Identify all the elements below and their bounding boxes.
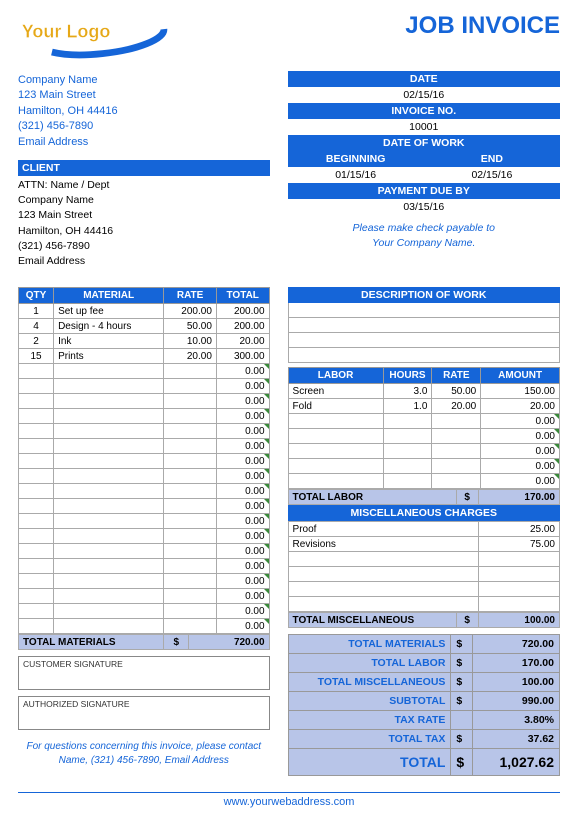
contact-note: For questions concerning this invoice, p… [18, 740, 270, 768]
summary-row: SUBTOTAL$990.00 [288, 692, 559, 711]
table-row: 0.00 [19, 409, 270, 424]
logo: Your Logo [18, 12, 168, 67]
table-row: 0.00 [19, 589, 270, 604]
grand-total-row: TOTAL $ 1,027.62 [288, 749, 559, 776]
table-row: 4Design - 4 hours50.00200.00 [19, 319, 270, 334]
company-info: Company Name 123 Main Street Hamilton, O… [18, 73, 270, 150]
materials-total-row: TOTAL MATERIALS $ 720.00 [19, 635, 270, 650]
labor-total-row: TOTAL LABOR $ 170.00 [288, 490, 559, 505]
summary-row: TOTAL MATERIALS$720.00 [288, 635, 559, 654]
table-row: 0.00 [288, 444, 559, 459]
misc-header: MISCELLANEOUS CHARGES [288, 505, 560, 521]
materials-table: QTY MATERIAL RATE TOTAL 1Set up fee200.0… [18, 287, 270, 634]
due-value: 03/15/16 [288, 199, 560, 215]
table-row: 0.00 [288, 474, 559, 489]
misc-total-row: TOTAL MISCELLANEOUS $ 100.00 [288, 613, 559, 628]
table-row: 0.00 [19, 439, 270, 454]
client-header: CLIENT [18, 160, 270, 176]
invno-value: 10001 [288, 119, 560, 135]
end-value: 02/15/16 [424, 167, 560, 183]
table-row: 0.00 [19, 379, 270, 394]
table-row: Fold1.020.0020.00 [288, 399, 559, 414]
beg-label: BEGINNING [288, 151, 424, 167]
table-row: 0.00 [19, 619, 270, 634]
svg-text:Your Logo: Your Logo [22, 21, 111, 41]
invno-label: INVOICE NO. [288, 103, 560, 119]
table-row: 0.00 [19, 499, 270, 514]
web-address[interactable]: www.yourwebaddress.com [18, 792, 560, 808]
table-row: 0.00 [19, 484, 270, 499]
table-row: 1Set up fee200.00200.00 [19, 304, 270, 319]
table-row: Revisions75.00 [288, 537, 559, 552]
table-row: 0.00 [19, 574, 270, 589]
table-row: 0.00 [19, 544, 270, 559]
date-label: DATE [288, 71, 560, 87]
authorized-signature[interactable]: AUTHORIZED SIGNATURE [18, 696, 270, 730]
desc-header: DESCRIPTION OF WORK [288, 287, 560, 303]
table-row: 0.00 [19, 529, 270, 544]
client-info: ATTN: Name / Dept Company Name 123 Main … [18, 176, 270, 271]
table-row: 0.00 [19, 469, 270, 484]
end-label: END [424, 151, 560, 167]
table-row [288, 597, 559, 612]
table-row: 0.00 [288, 429, 559, 444]
summary-row: TAX RATE3.80% [288, 711, 559, 730]
table-row [288, 582, 559, 597]
summary-row: TOTAL TAX$37.62 [288, 730, 559, 749]
beg-value: 01/15/16 [288, 167, 424, 183]
table-row [288, 552, 559, 567]
dow-label: DATE OF WORK [288, 135, 560, 151]
table-row: 0.00 [19, 424, 270, 439]
desc-lines [288, 303, 560, 363]
page-title: JOB INVOICE [405, 12, 560, 40]
table-row: Screen3.050.00150.00 [288, 384, 559, 399]
summary-table: TOTAL MATERIALS$720.00TOTAL LABOR$170.00… [288, 634, 560, 776]
table-row: 0.00 [19, 454, 270, 469]
summary-row: TOTAL LABOR$170.00 [288, 654, 559, 673]
table-row: 2Ink10.0020.00 [19, 334, 270, 349]
table-row: 0.00 [19, 604, 270, 619]
date-value: 02/15/16 [288, 87, 560, 103]
table-row: 0.00 [19, 559, 270, 574]
due-label: PAYMENT DUE BY [288, 183, 560, 199]
misc-table: Proof25.00Revisions75.00 [288, 521, 560, 612]
customer-signature[interactable]: CUSTOMER SIGNATURE [18, 656, 270, 690]
labor-table: LABOR HOURS RATE AMOUNT Screen3.050.0015… [288, 367, 560, 489]
table-row: 0.00 [288, 459, 559, 474]
table-row: Proof25.00 [288, 522, 559, 537]
table-row [288, 567, 559, 582]
table-row: 0.00 [19, 364, 270, 379]
table-row: 0.00 [288, 414, 559, 429]
table-row: 15Prints20.00300.00 [19, 349, 270, 364]
table-row: 0.00 [19, 394, 270, 409]
summary-row: TOTAL MISCELLANEOUS$100.00 [288, 673, 559, 692]
table-row: 0.00 [19, 514, 270, 529]
payable-note: Please make check payable to Your Compan… [288, 221, 560, 250]
